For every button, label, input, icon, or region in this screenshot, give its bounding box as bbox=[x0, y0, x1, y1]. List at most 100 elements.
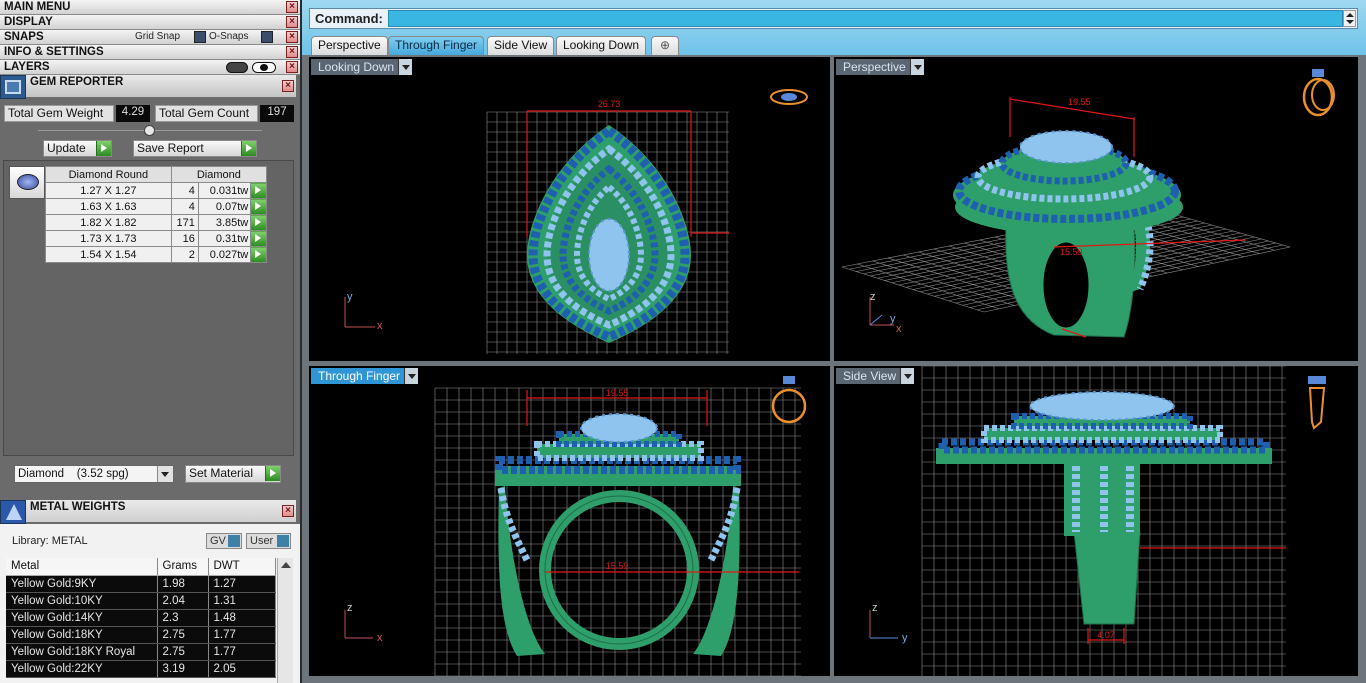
eye-icon[interactable] bbox=[252, 62, 276, 73]
select-gem-button[interactable] bbox=[250, 246, 267, 263]
chevron-down-icon[interactable] bbox=[404, 368, 419, 384]
command-scroll[interactable] bbox=[1343, 10, 1356, 27]
o-snaps-label: O-Snaps bbox=[209, 31, 249, 42]
gem-reporter-icon bbox=[0, 75, 26, 99]
ring-top-icon[interactable] bbox=[770, 89, 808, 105]
diamond-round-icon[interactable] bbox=[9, 166, 45, 199]
material-select[interactable]: Diamond (3.52 spg) bbox=[14, 465, 174, 483]
metal-weights-icon bbox=[0, 500, 26, 524]
plus-icon: ⊕ bbox=[659, 38, 671, 52]
close-icon[interactable]: × bbox=[286, 31, 298, 43]
metal-weights-title: METAL WEIGHTS bbox=[30, 501, 126, 513]
scrollbar[interactable] bbox=[277, 558, 293, 683]
command-bar: Command: bbox=[309, 8, 1358, 29]
main-menu-bar[interactable]: MAIN MENU × bbox=[0, 0, 300, 15]
axis-x-label: x bbox=[377, 320, 383, 332]
table-row[interactable]: Yellow Gold:9KY 1.98 1.27 bbox=[6, 575, 276, 593]
library-label: Library: METAL bbox=[12, 535, 88, 547]
left-panel: MAIN MENU × DISPLAY × SNAPS Grid Snap O-Sn… bbox=[0, 0, 300, 683]
viewport-perspective[interactable]: 19.55 15.59 z y x Perspective bbox=[834, 57, 1358, 361]
viewport-label-side-view[interactable]: Side View bbox=[836, 368, 915, 384]
command-input[interactable] bbox=[388, 10, 1343, 27]
close-icon[interactable]: × bbox=[286, 46, 298, 58]
select-gem-button[interactable] bbox=[250, 198, 267, 215]
ring-front-icon[interactable] bbox=[771, 376, 807, 424]
select-gem-button[interactable] bbox=[250, 230, 267, 247]
close-icon[interactable]: × bbox=[286, 61, 298, 73]
close-icon[interactable]: × bbox=[282, 505, 294, 517]
table-row[interactable]: Yellow Gold:14KY 2.3 1.48 bbox=[6, 609, 276, 627]
save-report-button[interactable]: Save Report bbox=[133, 140, 257, 157]
gem-table: Diamond Round Diamond 1.27 X 1.27 4 0.031t… bbox=[45, 166, 268, 263]
grid-snap-label: Grid Snap bbox=[135, 31, 181, 42]
axis-z-label: z bbox=[347, 602, 353, 614]
update-button[interactable]: Update bbox=[43, 140, 112, 157]
metal-name-cell: Yellow Gold:10KY bbox=[6, 592, 158, 610]
gem-size-cell: 1.63 X 1.63 bbox=[45, 198, 172, 215]
snaps-menu-bar[interactable]: SNAPS Grid Snap O-Snaps × bbox=[0, 30, 300, 45]
gem-size-cell: 1.82 X 1.82 bbox=[45, 214, 172, 231]
viewport-label-perspective[interactable]: Perspective bbox=[836, 59, 924, 75]
looking-down-canvas: 26.73 y x bbox=[344, 89, 808, 354]
ring-perspective-icon[interactable] bbox=[1302, 69, 1335, 117]
o-snaps-toggle[interactable] bbox=[261, 31, 273, 43]
chevron-down-icon[interactable] bbox=[900, 368, 915, 384]
tab-looking-down[interactable]: Looking Down bbox=[556, 36, 647, 55]
play-icon bbox=[96, 141, 111, 156]
chevron-down-icon[interactable] bbox=[398, 59, 413, 75]
viewport-label-text: Perspective bbox=[843, 60, 906, 74]
table-row[interactable]: 1.82 X 1.82 171 3.85tw bbox=[45, 214, 267, 231]
gem-size-cell: 1.73 X 1.73 bbox=[45, 230, 172, 247]
axis-x-label: x bbox=[896, 323, 902, 335]
table-row[interactable]: Yellow Gold:10KY 2.04 1.31 bbox=[6, 592, 276, 610]
select-gem-button[interactable] bbox=[250, 214, 267, 231]
tab-side-view[interactable]: Side View bbox=[487, 36, 555, 55]
gv-label: GV bbox=[210, 535, 226, 547]
command-label: Command: bbox=[315, 11, 383, 26]
viewport-label-through-finger[interactable]: Through Finger bbox=[311, 368, 419, 384]
table-row[interactable]: Yellow Gold:18KY 2.75 1.77 bbox=[6, 626, 276, 644]
ring-side-icon[interactable] bbox=[1308, 376, 1326, 430]
total-gem-weight-label: Total Gem Weight bbox=[4, 105, 114, 122]
close-icon[interactable]: × bbox=[286, 16, 298, 28]
table-row[interactable]: Yellow Gold:22KY 3.19 2.05 bbox=[6, 660, 276, 678]
collapse-handle[interactable] bbox=[144, 125, 155, 136]
dimension-label-2: 15.59 bbox=[606, 561, 629, 571]
chevron-down-icon[interactable] bbox=[157, 466, 173, 482]
layers-menu-bar[interactable]: LAYERS × bbox=[0, 60, 300, 75]
eye-closed-icon[interactable] bbox=[226, 62, 248, 73]
viewport-side-view[interactable]: 4.07 z y Side View bbox=[834, 366, 1358, 676]
display-menu-bar[interactable]: DISPLAY × bbox=[0, 15, 300, 30]
play-icon bbox=[255, 218, 262, 226]
metal-dwt-cell: 1.27 bbox=[208, 575, 276, 593]
axis-y-label: y bbox=[902, 632, 908, 644]
close-icon[interactable]: × bbox=[286, 1, 298, 13]
add-tab-button[interactable]: ⊕ bbox=[651, 36, 679, 55]
table-row[interactable]: Yellow Gold:18KY Royal 2.75 1.77 bbox=[6, 643, 276, 661]
table-row[interactable]: 1.27 X 1.27 4 0.031tw bbox=[45, 182, 267, 199]
table-row[interactable]: 1.63 X 1.63 4 0.07tw bbox=[45, 198, 267, 215]
set-material-button[interactable]: Set Material bbox=[185, 465, 281, 483]
tab-through-finger[interactable]: Through Finger bbox=[388, 36, 485, 55]
table-row[interactable]: 1.54 X 1.54 2 0.027tw bbox=[45, 246, 267, 263]
tab-perspective[interactable]: Perspective bbox=[311, 36, 388, 55]
chevron-down-icon[interactable] bbox=[909, 59, 924, 75]
total-gem-count-label: Total Gem Count bbox=[155, 105, 258, 122]
dimension-label: 19.55 bbox=[1068, 97, 1091, 107]
info-settings-menu-bar[interactable]: INFO & SETTINGS × bbox=[0, 45, 300, 60]
table-row[interactable]: 1.73 X 1.73 16 0.31tw bbox=[45, 230, 267, 247]
grid-snap-toggle[interactable] bbox=[194, 31, 206, 43]
viewport-looking-down[interactable]: 26.73 y x Looking Down bbox=[309, 57, 830, 361]
user-toggle[interactable]: User bbox=[246, 533, 291, 549]
perspective-canvas: 19.55 15.59 z y x bbox=[841, 69, 1335, 338]
scroll-up-icon[interactable] bbox=[281, 562, 291, 568]
gem-weight-cell: 0.07tw bbox=[197, 198, 252, 215]
close-icon[interactable]: × bbox=[282, 80, 294, 92]
select-gem-button[interactable] bbox=[250, 182, 267, 199]
metal-dwt-cell: 1.77 bbox=[208, 643, 276, 661]
play-icon bbox=[255, 250, 262, 258]
viewport-label-looking-down[interactable]: Looking Down bbox=[311, 59, 413, 75]
gem-count-cell: 4 bbox=[170, 198, 199, 215]
gv-toggle[interactable]: GV bbox=[206, 533, 242, 549]
viewport-through-finger[interactable]: 19.55 15.59 z x Through Finger bbox=[309, 366, 830, 676]
